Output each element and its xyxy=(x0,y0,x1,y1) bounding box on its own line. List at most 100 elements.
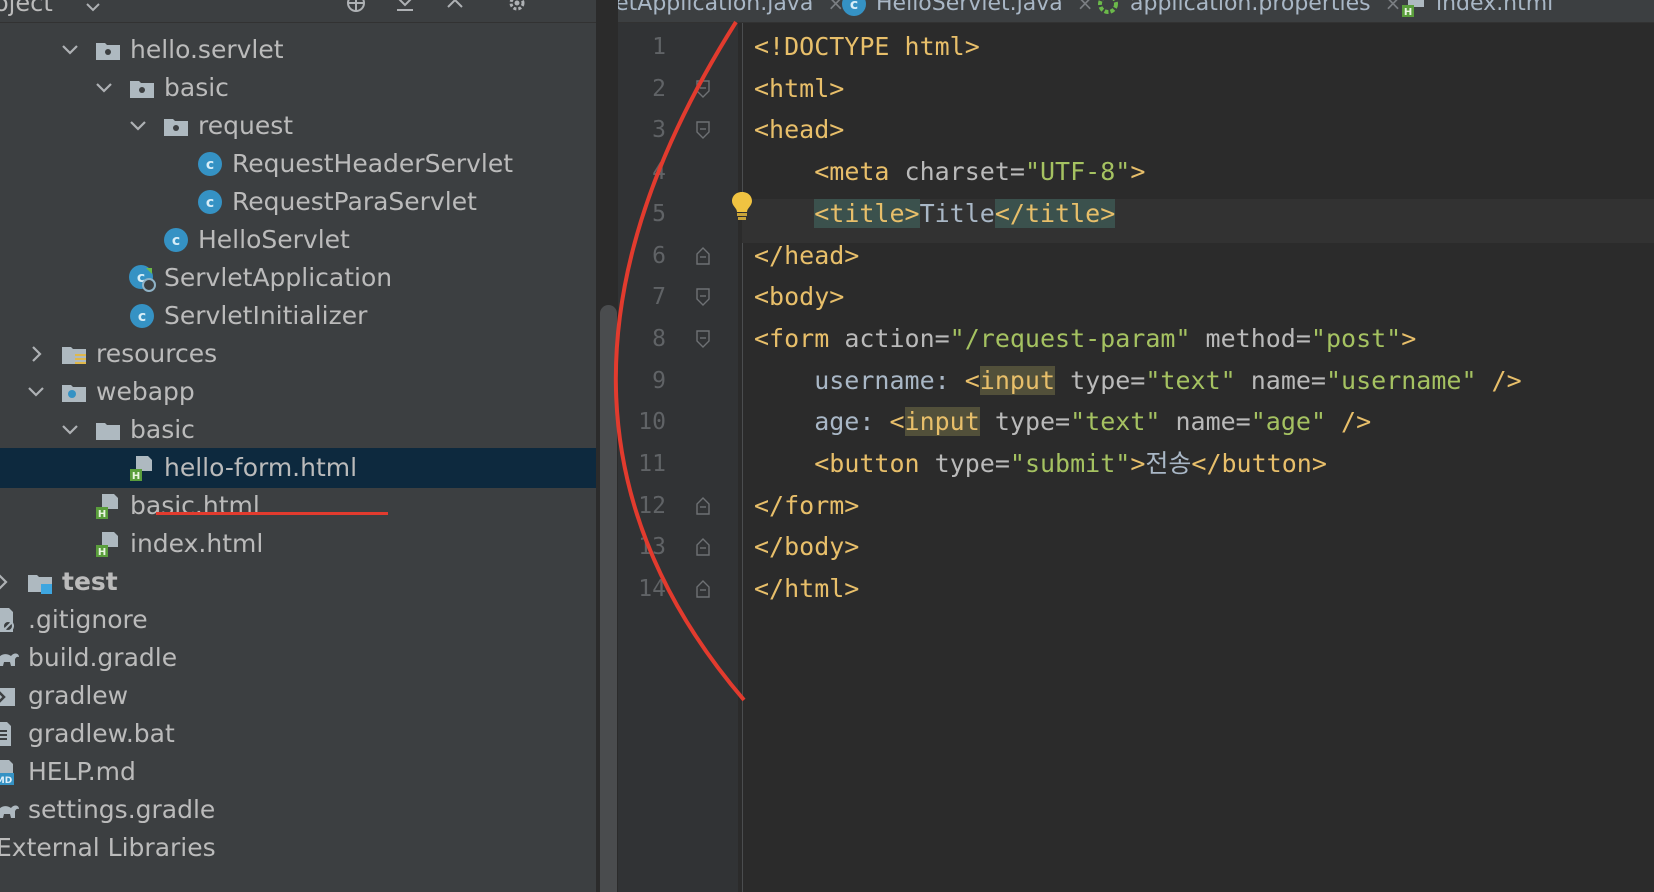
tree-item-label: basic xyxy=(164,73,229,102)
svg-text:H: H xyxy=(98,509,106,520)
java-class-icon: c xyxy=(196,150,224,178)
code-token-tag: > xyxy=(1130,449,1146,478)
code-line[interactable]: <!DOCTYPE html> xyxy=(754,25,980,69)
fold-open-icon[interactable] xyxy=(696,121,710,140)
fold-close-icon[interactable] xyxy=(696,496,710,515)
code-editor[interactable]: 1 2 3 4 5 6 7 8 9 10 11 12 13 14 <!DOCTYPE html> <html… xyxy=(618,23,1654,892)
code-token-val: "username" xyxy=(1325,365,1477,395)
tree-item-help-md[interactable]: MD HELP.md xyxy=(0,752,596,792)
tree-item-gradlew-bat[interactable]: gradlew.bat xyxy=(0,714,596,754)
gear-icon[interactable] xyxy=(506,0,528,14)
code-token-tag: </html> xyxy=(754,574,860,604)
tree-item-basic[interactable]: basic xyxy=(0,410,596,450)
tree-item-request[interactable]: request xyxy=(0,106,596,146)
tab-application-properties[interactable]: application.properties × xyxy=(1094,0,1401,20)
collapse-all-icon[interactable] xyxy=(444,0,466,14)
fold-open-icon[interactable] xyxy=(696,79,710,98)
code-line[interactable]: <head> xyxy=(754,108,844,152)
close-icon[interactable]: × xyxy=(1077,0,1094,15)
code-token-tag: input xyxy=(904,407,980,437)
tree-item-label: .gitignore xyxy=(28,605,148,634)
folder-icon xyxy=(94,416,122,444)
tree-item-label: ServletInitializer xyxy=(164,301,368,330)
line-number: 14 xyxy=(638,576,666,603)
fold-close-icon[interactable] xyxy=(696,580,710,598)
code-line[interactable]: </form> xyxy=(754,484,859,528)
tree-item-label: basic xyxy=(130,415,195,444)
tree-item-label: resources xyxy=(96,339,218,368)
code-token-val: "post" xyxy=(1310,323,1402,353)
code-token-tag: </button> xyxy=(1191,449,1327,478)
chevron-down-icon[interactable] xyxy=(128,116,148,136)
tab-vletapplication-java[interactable]: vletApplication.java× xyxy=(618,0,844,20)
tree-item-label: hello.servlet xyxy=(130,35,284,64)
fold-close-icon[interactable] xyxy=(696,246,710,265)
chevron-down-icon[interactable] xyxy=(82,0,104,18)
chevron-right-icon[interactable] xyxy=(26,344,46,364)
tree-item-basic[interactable]: basic xyxy=(0,68,596,108)
tree-item-label: HelloServlet xyxy=(198,225,350,254)
chevron-down-icon[interactable] xyxy=(60,40,80,60)
locate-icon[interactable] xyxy=(345,0,367,14)
ide-window: oject hello.servlet basic request c RequestH… xyxy=(0,0,1654,892)
tree-item-label: request xyxy=(198,111,294,140)
tree-item-label: HELP.md xyxy=(28,757,136,786)
tree-item-label: gradlew.bat xyxy=(28,719,175,748)
chevron-down-icon[interactable] xyxy=(26,382,46,402)
tree-item-label: RequestHeaderServlet xyxy=(232,149,514,178)
code-token-tag: /> xyxy=(1476,365,1522,395)
expand-all-icon[interactable] xyxy=(394,0,416,14)
tree-item-hello-form-html[interactable]: Hhello-form.html xyxy=(0,448,596,488)
tree-item-settings-gradle[interactable]: settings.gradle xyxy=(0,790,596,830)
code-token-attr: name= xyxy=(1235,365,1326,395)
code-token-tag: <title> xyxy=(814,198,920,228)
sidebar-scrollbar[interactable] xyxy=(600,305,617,892)
code-line[interactable]: <button type="submit">전송</button> xyxy=(754,442,1327,486)
code-token-tag: <body> xyxy=(754,282,845,312)
tree-item-external-libraries[interactable]: External Libraries xyxy=(0,828,596,868)
tree-item-requestheaderservlet[interactable]: c RequestHeaderServlet xyxy=(0,144,596,184)
code-line[interactable]: </head> xyxy=(754,234,859,278)
code-line[interactable]: <html> xyxy=(754,67,844,111)
svg-text:c: c xyxy=(850,0,858,13)
fold-open-icon[interactable] xyxy=(696,330,710,348)
resources-folder-icon xyxy=(60,340,88,368)
tree-item-servletinitializer[interactable]: c ServletInitializer xyxy=(0,296,596,336)
tree-item-helloservlet[interactable]: c HelloServlet xyxy=(0,220,596,260)
code-line[interactable]: <form action="/request-param" method="po… xyxy=(754,317,1416,361)
project-view-label[interactable]: oject xyxy=(0,0,53,18)
chevron-down-icon[interactable] xyxy=(94,78,114,98)
code-line[interactable]: </body> xyxy=(754,525,859,569)
code-line[interactable]: <body> xyxy=(754,275,844,319)
tab-helloservlet-java[interactable]: c HelloServlet.java × xyxy=(840,0,1093,20)
code-line[interactable]: age: <input type="text" name="age" /> xyxy=(754,400,1371,444)
tree-item-gitignore[interactable]: .gitignore xyxy=(0,600,596,640)
code-line[interactable]: username: <input type="text" name="usern… xyxy=(754,359,1522,403)
lightbulb-icon[interactable] xyxy=(730,190,754,222)
tree-item-servletapplication[interactable]: c ServletApplication xyxy=(0,258,596,298)
tree-item-hello-servlet[interactable]: hello.servlet xyxy=(0,30,596,70)
fold-open-icon[interactable] xyxy=(696,288,710,307)
tree-item-basic-html[interactable]: Hbasic.html xyxy=(0,486,596,526)
tree-item-build-gradle[interactable]: build.gradle xyxy=(0,638,596,678)
tree-item-requestparaservlet[interactable]: c RequestParaServlet xyxy=(0,182,596,222)
chevron-right-icon[interactable] xyxy=(0,572,12,592)
tree-item-index-html[interactable]: Hindex.html xyxy=(0,524,596,564)
tree-item-gradlew[interactable]: gradlew xyxy=(0,676,596,716)
line-number: 12 xyxy=(638,492,666,519)
tree-item-label: build.gradle xyxy=(28,643,178,672)
code-token-val: "submit" xyxy=(1009,449,1131,478)
fold-close-icon[interactable] xyxy=(696,538,710,557)
code-line[interactable]: <meta charset="UTF-8"> xyxy=(754,150,1145,194)
tab-index-html[interactable]: Hindex.html xyxy=(1400,0,1553,20)
chevron-down-icon[interactable] xyxy=(60,420,80,440)
svg-text:MD: MD xyxy=(0,776,12,786)
code-line[interactable]: </html> xyxy=(754,567,859,611)
tree-item-label: index.html xyxy=(130,529,264,558)
tree-item-resources[interactable]: resources xyxy=(0,334,596,374)
tree-item-test[interactable]: test xyxy=(0,562,596,602)
close-icon[interactable]: × xyxy=(1385,0,1402,15)
code-line[interactable]: <title>Title</title> xyxy=(754,192,1116,236)
line-number: 8 xyxy=(652,325,666,352)
tree-item-webapp[interactable]: webapp xyxy=(0,372,596,412)
